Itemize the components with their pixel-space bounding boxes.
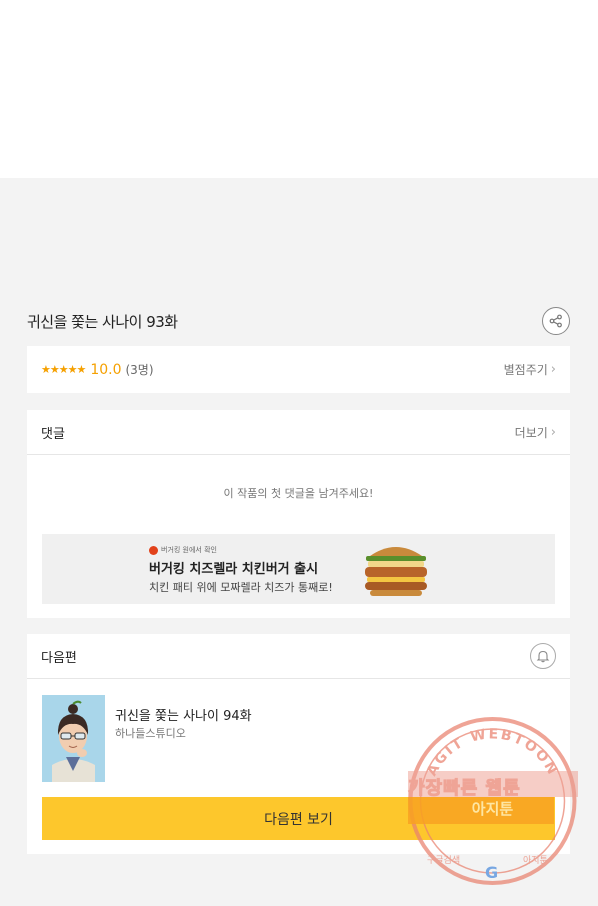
next-episode-studio: 하나들스튜디오 [115, 727, 186, 740]
star-rating-icons: ★★★★★ [41, 363, 86, 376]
burger-image [365, 547, 427, 596]
next-episode-title: 귀신을 쫓는 사나이 94화 [115, 709, 252, 724]
comments-more-link[interactable]: 더보기 › [515, 424, 556, 441]
notification-button[interactable] [530, 643, 556, 669]
next-episode-thumbnail [42, 695, 105, 782]
google-g-icon: G [485, 863, 498, 882]
rate-button-label: 별점주기 [503, 363, 548, 377]
share-icon [549, 314, 562, 328]
rate-button[interactable]: 별점주기 › [504, 361, 556, 378]
ad-banner[interactable]: 버거킹 원에서 확인 버거킹 치즈렐라 치킨버거 출시 치킨 패티 위에 모짜렐… [42, 534, 555, 604]
comments-header: 댓글 더보기 › [27, 410, 570, 455]
ad-brand: 버거킹 원에서 확인 [149, 545, 217, 555]
episode-header: 귀신을 쫓는 사나이 93화 [27, 305, 570, 337]
rating-panel: ★★★★★ 10.0 (3명) 별점주기 › [27, 346, 570, 393]
ad-subtext: 치킨 패티 위에 모짜렐라 치즈가 통째로! [149, 581, 333, 594]
rating-score: 10.0 [90, 361, 122, 378]
comments-title: 댓글 [41, 426, 65, 442]
watermark-right-text: 아지툰 [523, 855, 548, 866]
rating-summary: ★★★★★ 10.0 (3명) [41, 361, 154, 378]
content-area-top [0, 0, 598, 178]
bell-icon [536, 650, 550, 663]
rating-count: (3명) [125, 363, 154, 377]
chevron-right-icon: › [550, 424, 556, 440]
chevron-right-icon: › [550, 362, 556, 377]
next-episode-button[interactable]: 다음편 보기 [42, 797, 555, 840]
burger-king-logo-icon [149, 545, 158, 555]
watermark-left-text: 구글검색 [427, 854, 460, 866]
comments-empty-message: 이 작품의 첫 댓글을 남겨주세요! [223, 487, 374, 500]
next-episode-item[interactable]: 귀신을 쫓는 사나이 94화 하나들스튜디오 [42, 695, 555, 783]
ad-headline: 버거킹 치즈렐라 치킨버거 출시 [149, 562, 319, 577]
next-episode-panel: 다음편 귀신을 쫓는 사나이 94화 하나들스튜디오 다음편 보기 [27, 634, 570, 854]
next-episode-title-label: 다음편 [41, 650, 77, 666]
share-button[interactable] [542, 307, 570, 335]
next-episode-header: 다음편 [27, 634, 570, 679]
episode-title: 귀신을 쫓는 사나이 93화 [27, 312, 178, 331]
ad-brand-label: 버거킹 원에서 확인 [161, 546, 217, 554]
comments-panel: 댓글 더보기 › 이 작품의 첫 댓글을 남겨주세요! 버거킹 원에서 확인 버… [27, 410, 570, 618]
comments-more-label: 더보기 [514, 425, 548, 440]
